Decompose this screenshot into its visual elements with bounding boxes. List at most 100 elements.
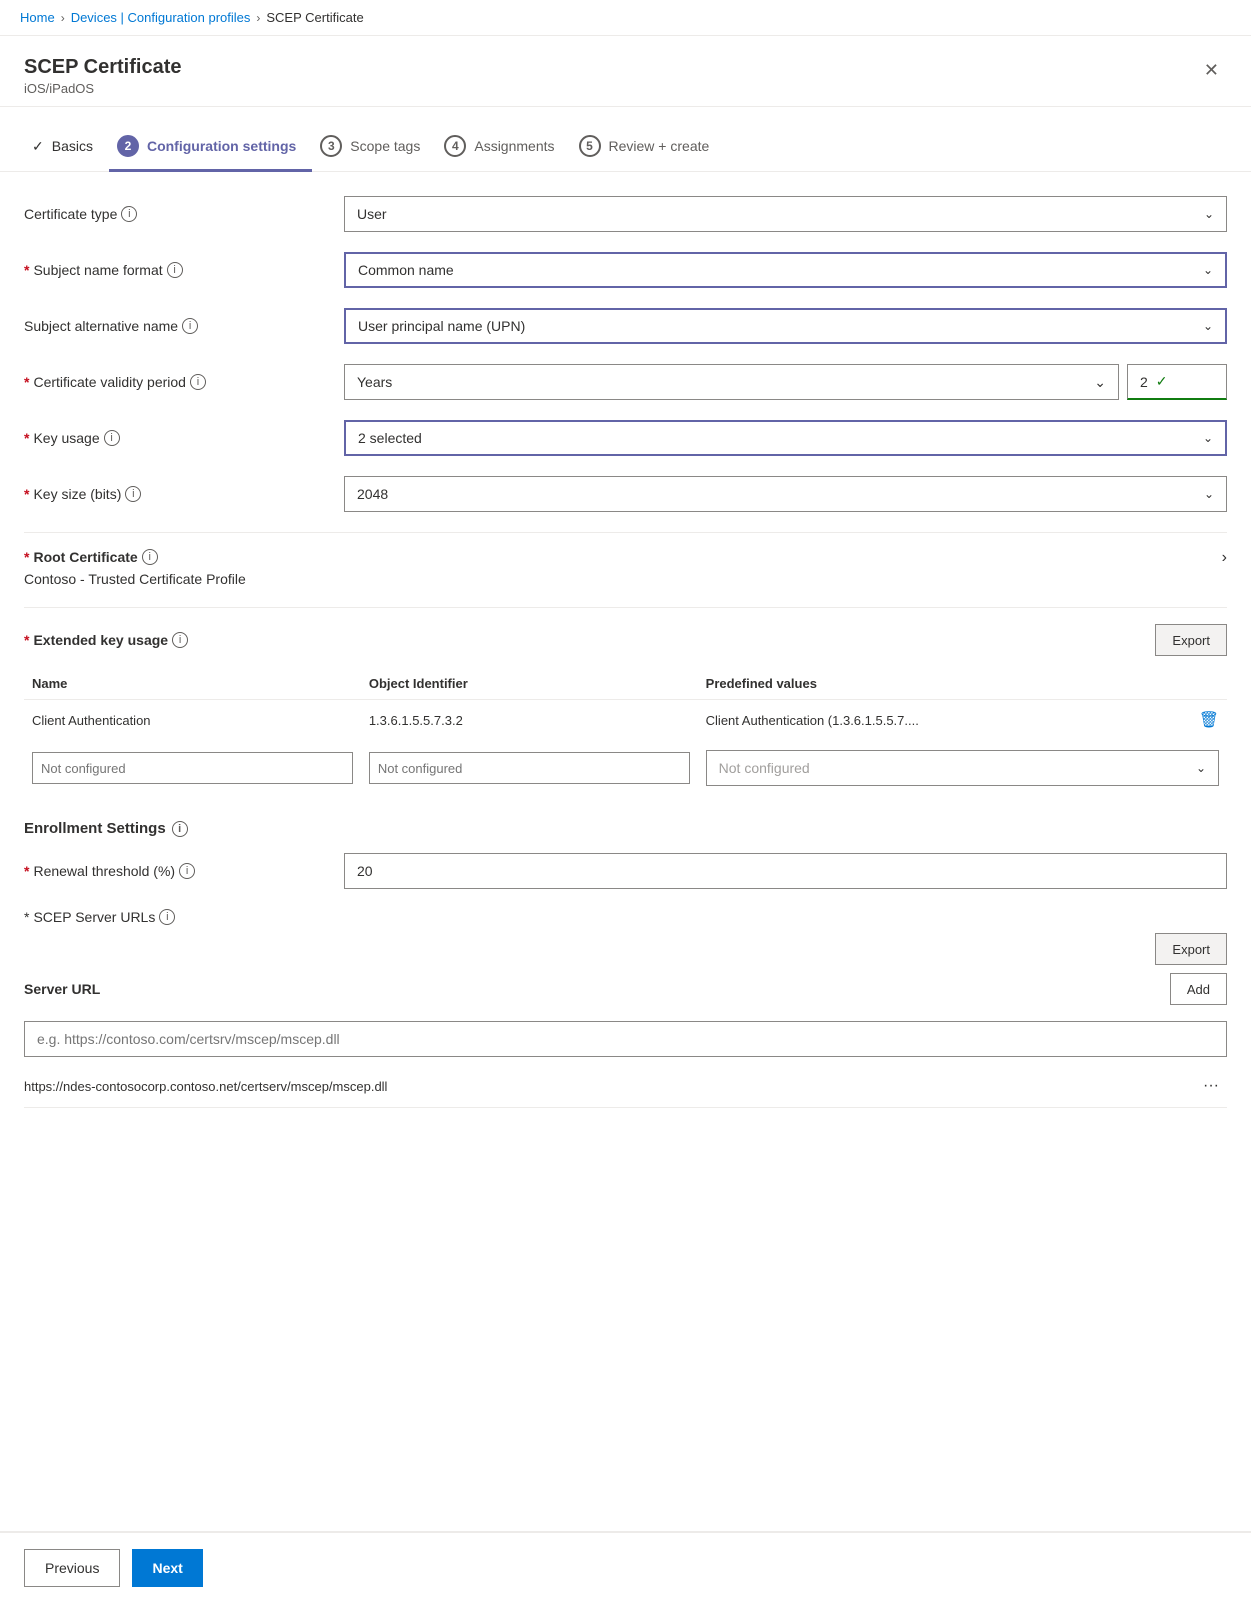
subject-name-info-icon[interactable]: i xyxy=(167,262,183,278)
subject-alt-name-arrow-icon: ⌄ xyxy=(1203,319,1213,333)
subject-name-format-arrow-icon: ⌄ xyxy=(1203,263,1213,277)
subject-alt-name-label: Subject alternative name i xyxy=(24,318,344,334)
renewal-threshold-label: * Renewal threshold (%) i xyxy=(24,863,344,879)
cert-validity-check-icon: ✓ xyxy=(1156,373,1168,390)
scep-required-star: * xyxy=(24,909,29,925)
cert-validity-control: Years ⌄ 2 ✓ xyxy=(344,364,1227,400)
page-container: Home › Devices | Configuration profiles … xyxy=(0,0,1251,1603)
eku-empty-predefined-cell: Not configured ⌄ xyxy=(698,740,1227,796)
breadcrumb: Home › Devices | Configuration profiles … xyxy=(0,0,1251,36)
renewal-threshold-info-icon[interactable]: i xyxy=(179,863,195,879)
close-button[interactable]: ✕ xyxy=(1196,56,1227,85)
cert-validity-unit-dropdown[interactable]: Years ⌄ xyxy=(344,364,1119,400)
panel-title-area: SCEP Certificate iOS/iPadOS xyxy=(24,56,181,96)
subject-name-format-dropdown[interactable]: Common name ⌄ xyxy=(344,252,1227,288)
subject-alt-name-info-icon[interactable]: i xyxy=(182,318,198,334)
scep-info-icon[interactable]: i xyxy=(159,909,175,925)
scep-export-button[interactable]: Export xyxy=(1155,933,1227,965)
step-configuration-label: Configuration settings xyxy=(147,138,296,154)
enrollment-settings-title: Enrollment Settings i xyxy=(24,820,1227,837)
cert-validity-required-star: * xyxy=(24,374,29,390)
eku-info-icon[interactable]: i xyxy=(172,632,188,648)
scep-add-button[interactable]: Add xyxy=(1170,973,1227,1005)
server-url-row: https://ndes-contosocorp.contoso.net/cer… xyxy=(24,1065,1227,1108)
root-cert-content: * Root Certificate i Contoso - Trusted C… xyxy=(24,549,246,587)
eku-row1-oid: 1.3.6.1.5.5.7.3.2 xyxy=(361,700,698,741)
scep-label-group: * SCEP Server URLs i xyxy=(24,909,175,925)
panel-subtitle: iOS/iPadOS xyxy=(24,81,181,96)
certificate-type-control: User ⌄ xyxy=(344,196,1227,232)
key-size-info-icon[interactable]: i xyxy=(125,486,141,502)
key-usage-row: * Key usage i 2 selected ⌄ xyxy=(24,420,1227,456)
step-assignments-circle: 4 xyxy=(444,135,466,157)
eku-predefined-dropdown[interactable]: Not configured ⌄ xyxy=(706,750,1219,786)
key-usage-required-star: * xyxy=(24,430,29,446)
server-url-value: https://ndes-contosocorp.contoso.net/cer… xyxy=(24,1079,387,1094)
breadcrumb-home[interactable]: Home xyxy=(20,10,55,25)
eku-name-input[interactable] xyxy=(32,752,353,784)
certificate-type-info-icon[interactable]: i xyxy=(121,206,137,222)
subject-alt-name-control: User principal name (UPN) ⌄ xyxy=(344,308,1227,344)
root-cert-required-star: * xyxy=(24,549,29,565)
step-assignments-label: Assignments xyxy=(474,138,554,154)
eku-oid-input[interactable] xyxy=(369,752,690,784)
bottom-nav: Previous Next xyxy=(0,1531,1251,1603)
renewal-threshold-input[interactable] xyxy=(344,853,1227,889)
cert-validity-number-value: 2 xyxy=(1140,374,1148,390)
server-url-label: Server URL xyxy=(24,981,100,997)
extended-key-usage-section: * Extended key usage i Export Name Objec… xyxy=(24,607,1227,796)
next-button[interactable]: Next xyxy=(132,1549,202,1587)
server-url-options-button[interactable]: ··· xyxy=(1195,1075,1227,1097)
step-scope-label: Scope tags xyxy=(350,138,420,154)
subject-name-format-control: Common name ⌄ xyxy=(344,252,1227,288)
previous-button[interactable]: Previous xyxy=(24,1549,120,1587)
root-cert-info-icon[interactable]: i xyxy=(142,549,158,565)
eku-export-button[interactable]: Export xyxy=(1155,624,1227,656)
breadcrumb-current: SCEP Certificate xyxy=(266,10,363,25)
step-review[interactable]: 5 Review + create xyxy=(571,123,726,172)
eku-row1-predefined-value: Client Authentication (1.3.6.1.5.5.7.... xyxy=(706,713,1191,728)
key-size-dropdown[interactable]: 2048 ⌄ xyxy=(344,476,1227,512)
key-usage-control: 2 selected ⌄ xyxy=(344,420,1227,456)
eku-label: Extended key usage xyxy=(33,632,168,648)
cert-validity-label: * Certificate validity period i xyxy=(24,374,344,390)
subject-alt-name-value: User principal name (UPN) xyxy=(358,318,1203,334)
server-url-header-row: Server URL Add xyxy=(24,973,1227,1005)
key-usage-info-icon[interactable]: i xyxy=(104,430,120,446)
root-cert-label-row: * Root Certificate i xyxy=(24,549,246,565)
step-review-label: Review + create xyxy=(609,138,710,154)
step-configuration[interactable]: 2 Configuration settings xyxy=(109,123,312,172)
step-configuration-circle: 2 xyxy=(117,135,139,157)
eku-predefined-arrow-icon: ⌄ xyxy=(1196,761,1206,775)
key-usage-value: 2 selected xyxy=(358,430,1203,446)
breadcrumb-devices[interactable]: Devices | Configuration profiles xyxy=(71,10,251,25)
eku-empty-oid-cell xyxy=(361,740,698,796)
step-basics[interactable]: ✓ Basics xyxy=(24,126,109,170)
step-assignments[interactable]: 4 Assignments xyxy=(436,123,570,172)
eku-row1-predefined-cell: Client Authentication (1.3.6.1.5.5.7....… xyxy=(706,710,1219,730)
certificate-type-dropdown[interactable]: User ⌄ xyxy=(344,196,1227,232)
step-basics-label: Basics xyxy=(52,138,93,154)
key-size-value: 2048 xyxy=(357,486,1204,502)
step-scope[interactable]: 3 Scope tags xyxy=(312,123,436,172)
server-url-input[interactable] xyxy=(24,1021,1227,1057)
eku-label-row: * Extended key usage i xyxy=(24,632,188,648)
subject-name-format-label: * Subject name format i xyxy=(24,262,344,278)
key-usage-dropdown[interactable]: 2 selected ⌄ xyxy=(344,420,1227,456)
key-size-required-star: * xyxy=(24,486,29,502)
renewal-threshold-required-star: * xyxy=(24,863,29,879)
enrollment-settings-info-icon[interactable]: i xyxy=(172,821,188,837)
cert-validity-unit-arrow-icon: ⌄ xyxy=(1094,374,1106,391)
steps-bar: ✓ Basics 2 Configuration settings 3 Scop… xyxy=(0,107,1251,172)
root-cert-chevron-icon[interactable]: › xyxy=(1222,549,1227,567)
subject-alt-name-dropdown[interactable]: User principal name (UPN) ⌄ xyxy=(344,308,1227,344)
renewal-threshold-row: * Renewal threshold (%) i xyxy=(24,853,1227,889)
eku-required-star: * xyxy=(24,632,29,648)
panel-title: SCEP Certificate xyxy=(24,56,181,79)
subject-alt-name-row: Subject alternative name i User principa… xyxy=(24,308,1227,344)
root-certificate-section: * Root Certificate i Contoso - Trusted C… xyxy=(24,532,1227,587)
key-size-label: * Key size (bits) i xyxy=(24,486,344,502)
eku-row1-delete-icon[interactable]: 🗑 xyxy=(1199,710,1219,730)
cert-validity-info-icon[interactable]: i xyxy=(190,374,206,390)
eku-row1-predefined: Client Authentication (1.3.6.1.5.5.7....… xyxy=(698,700,1227,741)
